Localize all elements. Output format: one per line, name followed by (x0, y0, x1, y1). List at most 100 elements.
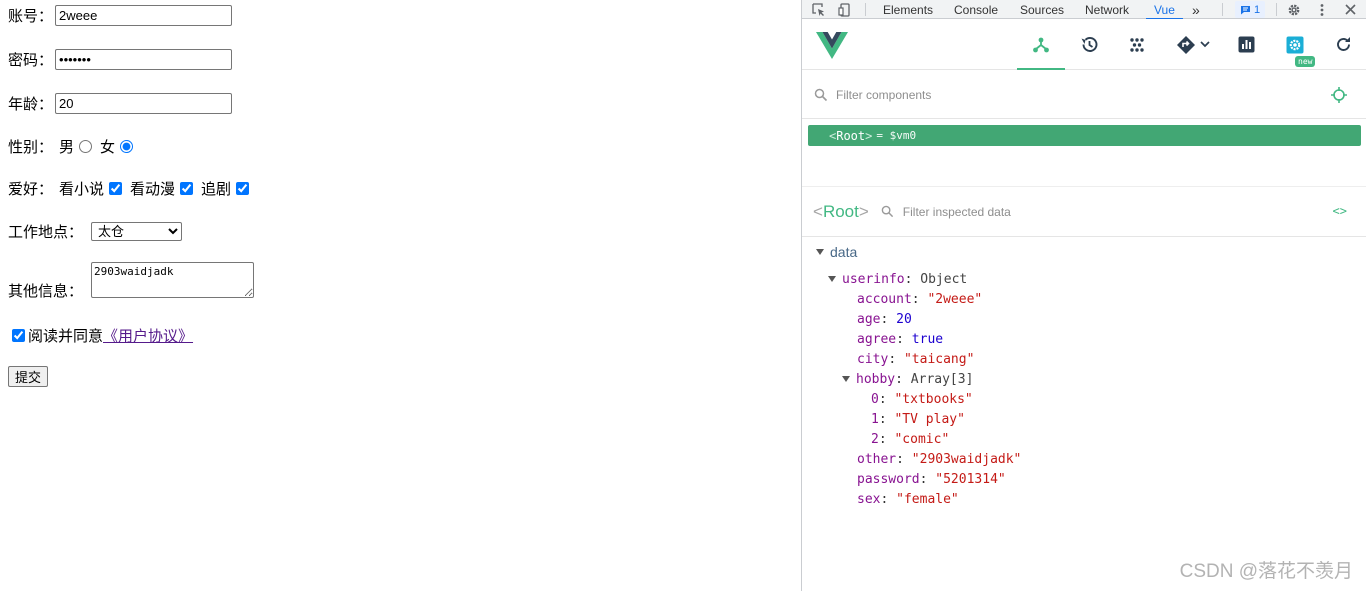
state-key: age (857, 311, 881, 327)
age-label: 年龄： (8, 95, 54, 113)
history-timeline-icon[interactable] (1065, 19, 1113, 70)
state-key: 0 (871, 391, 879, 407)
inspector-header: <Root> Filter inspected data <> (802, 186, 1366, 237)
hobby-novel-label: 看小说 (59, 180, 105, 198)
city-row: 工作地点： 太仓 (8, 221, 183, 242)
account-input[interactable] (55, 5, 233, 26)
close-devtools-icon[interactable] (1342, 1, 1358, 18)
hobby-novel-checkbox[interactable] (109, 182, 123, 195)
tabbar-divider (865, 3, 866, 16)
state-value: "TV play" (894, 411, 965, 427)
chevron-down-icon (1200, 41, 1210, 48)
state-row-hobby[interactable]: hobby: Array[3] (842, 370, 973, 388)
components-tab-icon[interactable] (1017, 19, 1065, 70)
open-source-code-icon[interactable]: <> (1333, 204, 1347, 218)
state-row-hobby-2[interactable]: 2: "comic" (871, 430, 949, 448)
hobby-drama-checkbox[interactable] (236, 182, 250, 195)
state-row-other[interactable]: other: "2903waidjadk" (857, 450, 1021, 468)
component-tree: < Root > = $vm0 (802, 120, 1366, 182)
age-row: 年龄： (8, 93, 233, 114)
hobby-label: 爱好： (8, 180, 54, 198)
state-value: 20 (896, 311, 912, 327)
state-row-password[interactable]: password: "5201314" (857, 470, 1006, 488)
state-section-label: data (830, 244, 858, 260)
city-select[interactable]: 太仓 (91, 222, 183, 241)
agree-row: 阅读并同意 《用户协议》 (8, 325, 193, 346)
state-value: "female" (896, 491, 959, 507)
state-value: true (911, 331, 944, 347)
other-row: 其他信息： 2903waidjadk (8, 262, 255, 300)
state-value: "txtbooks" (894, 391, 973, 407)
state-section-data[interactable]: data (816, 244, 857, 260)
filter-inspected-data-input[interactable]: Filter inspected data (903, 205, 1011, 219)
state-row-userinfo[interactable]: userinfo: Object (828, 270, 967, 288)
performance-chart-icon[interactable] (1222, 19, 1270, 70)
form-page: 账号： 密码： 年龄： 性别： 男 女 爱好： 看小说 看动漫 追剧 工作地点：… (0, 0, 801, 591)
state-value: "2weee" (927, 291, 983, 307)
device-toolbar-icon[interactable] (837, 1, 853, 18)
router-dropdown-icon[interactable] (1166, 19, 1220, 70)
hobby-row: 爱好： 看小说 看动漫 追剧 (8, 178, 253, 199)
other-textarea[interactable]: 2903waidjadk (91, 262, 255, 298)
state-value: Object (920, 271, 968, 287)
more-options-icon[interactable] (1314, 1, 1330, 18)
user-agreement-link[interactable]: 《用户协议》 (103, 325, 193, 346)
sex-label: 性别： (8, 138, 54, 156)
vuex-store-icon[interactable] (1113, 19, 1161, 70)
sex-male-radio[interactable] (79, 140, 93, 153)
sex-female-radio[interactable] (120, 140, 134, 153)
tab-vue[interactable]: Vue (1146, 2, 1183, 20)
tabbar-divider (1222, 3, 1223, 16)
state-key: city (857, 351, 889, 367)
state-row-account[interactable]: account: "2weee" (857, 290, 982, 308)
state-key: 2 (871, 431, 879, 447)
password-input[interactable] (55, 49, 233, 70)
tab-sources[interactable]: Sources (1020, 2, 1064, 17)
state-row-sex[interactable]: sex: "female" (857, 490, 959, 508)
state-key: userinfo (842, 271, 905, 287)
state-value: "2903waidjadk" (911, 451, 1022, 467)
sex-male-label: 男 (59, 138, 75, 156)
more-tabs-button[interactable]: » (1192, 2, 1200, 18)
message-icon (1240, 5, 1250, 14)
issues-count: 1 (1253, 3, 1261, 16)
tabbar-divider (1276, 3, 1277, 16)
hobby-comic-checkbox[interactable] (180, 182, 194, 195)
state-key: hobby (856, 371, 896, 387)
expand-triangle-icon[interactable] (842, 376, 850, 382)
settings-gear-icon[interactable] (1286, 1, 1302, 18)
state-value: "5201314" (935, 471, 1006, 487)
sex-female-label: 女 (100, 138, 116, 156)
state-row-agree[interactable]: agree: true (857, 330, 943, 348)
submit-button[interactable]: 提交 (8, 366, 49, 387)
inspect-element-icon[interactable] (811, 1, 827, 18)
tab-console[interactable]: Console (954, 2, 998, 17)
expand-triangle-icon[interactable] (828, 276, 836, 282)
state-row-hobby-0[interactable]: 0: "txtbooks" (871, 390, 973, 408)
tab-elements[interactable]: Elements (883, 2, 933, 17)
state-key: 1 (871, 411, 879, 427)
state-row-city[interactable]: city: "taicang" (857, 350, 974, 368)
state-value: Array[3] (910, 371, 974, 387)
age-input[interactable] (55, 93, 233, 114)
password-label: 密码： (8, 51, 54, 69)
state-key: sex (857, 491, 881, 507)
root-open-bracket: < (829, 128, 837, 143)
root-node-name: Root (836, 128, 866, 143)
vue-logo (816, 32, 848, 63)
tab-network[interactable]: Network (1085, 2, 1129, 17)
state-value: "taicang" (903, 351, 975, 367)
filter-components-input[interactable]: Filter components (836, 88, 931, 102)
vue-devtools-toolbar (802, 19, 1366, 70)
issues-badge[interactable]: 1 (1235, 1, 1265, 18)
expand-triangle-icon[interactable] (816, 249, 824, 255)
state-key: agree (857, 331, 897, 347)
search-icon (814, 88, 828, 101)
csdn-watermark: CSDN @落花不羡月 (1179, 561, 1353, 582)
state-row-age[interactable]: age: 20 (857, 310, 912, 328)
select-component-crosshair-icon[interactable] (1331, 87, 1347, 103)
tree-node-root[interactable]: < Root > = $vm0 (808, 125, 1361, 146)
agree-checkbox[interactable] (12, 329, 25, 342)
refresh-icon[interactable] (1319, 19, 1366, 70)
state-row-hobby-1[interactable]: 1: "TV play" (871, 410, 965, 428)
